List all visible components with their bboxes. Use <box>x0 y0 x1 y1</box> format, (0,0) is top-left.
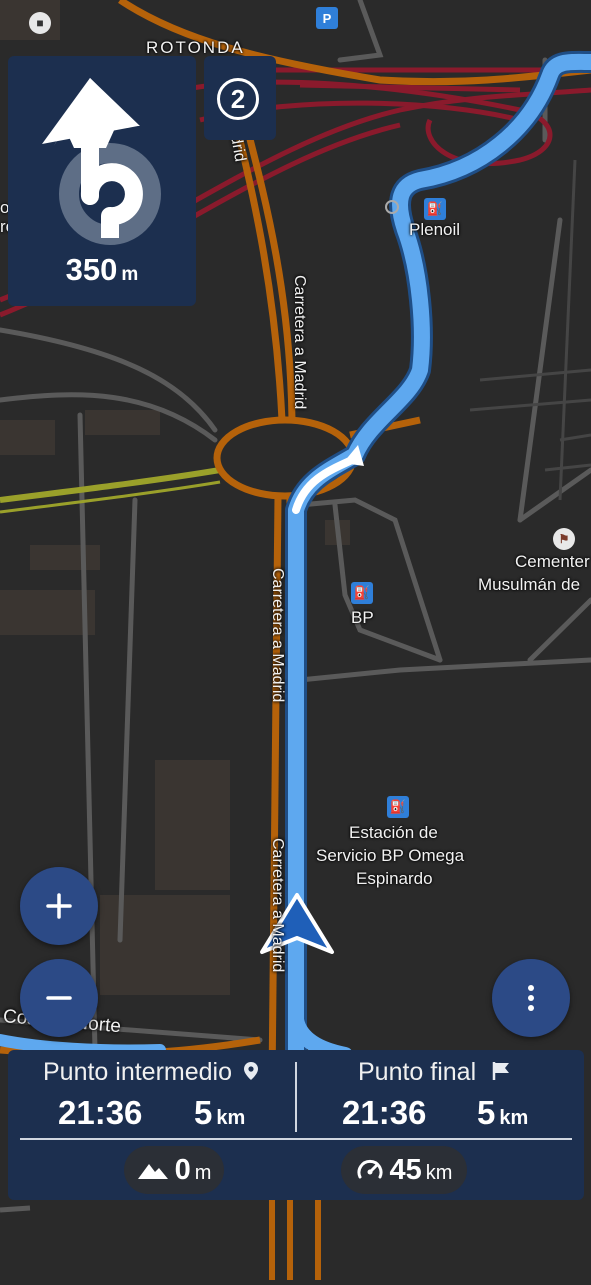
roundabout-exit-icon <box>42 78 161 245</box>
speed-value: 45 <box>389 1153 422 1186</box>
speed-indicator[interactable]: 45 km <box>341 1146 467 1194</box>
panel-divider <box>20 1138 572 1140</box>
flag-icon <box>492 1062 510 1080</box>
mountain-icon <box>137 1164 168 1179</box>
more-vertical-icon <box>528 985 534 1011</box>
intermediate-point-label: Punto intermedio <box>43 1058 233 1086</box>
map-label-plenoil[interactable]: Plenoil <box>409 218 460 241</box>
location-pin-icon <box>243 1062 258 1080</box>
elevation-value: 0 <box>174 1153 191 1186</box>
exit-number: 2 <box>217 78 259 120</box>
map-label-cemetery-2[interactable]: Musulmán de <box>478 573 580 596</box>
road-label: Carretera a Madrid <box>269 838 286 973</box>
route-summary-panel[interactable]: Punto intermedio 21:36 5 km Punto final 2… <box>8 1050 584 1200</box>
final-distance-unit: km <box>499 1107 529 1129</box>
school-icon[interactable]: ■ <box>29 12 51 34</box>
speed-unit: km <box>425 1161 453 1184</box>
road-label: Carretera a Madrid <box>291 275 308 410</box>
maneuver-distance: 350 m <box>8 252 196 288</box>
panel-divider <box>295 1062 297 1132</box>
map-label-station-3[interactable]: Espinardo <box>356 867 433 890</box>
map-continuation <box>0 1200 591 1280</box>
map-label-station-2[interactable]: Servicio BP Omega <box>316 844 464 867</box>
fuel-station-icon[interactable]: ⛽ <box>387 796 409 818</box>
final-eta: 21:36 <box>342 1094 427 1131</box>
bottom-map-strip <box>0 1200 591 1280</box>
final-distance-value: 5 <box>477 1094 496 1131</box>
fuel-station-icon[interactable]: ⛽ <box>424 198 446 220</box>
next-maneuver-card[interactable]: 350 m <box>8 56 196 306</box>
fuel-station-icon[interactable]: ⛽ <box>351 582 373 604</box>
intermediate-eta: 21:36 <box>58 1094 143 1131</box>
final-point-header[interactable]: Punto final <box>358 1058 511 1087</box>
plus-icon <box>46 893 72 919</box>
cemetery-icon[interactable]: ⚑ <box>553 528 575 550</box>
map-label-station-1[interactable]: Estación de <box>349 821 438 844</box>
elevation-indicator[interactable]: 0m <box>124 1146 224 1194</box>
elevation-unit: m <box>194 1161 212 1184</box>
intermediate-distance: 5 km <box>194 1094 245 1132</box>
intermediate-distance-value: 5 <box>194 1094 213 1131</box>
minus-icon <box>46 996 72 1000</box>
final-point-label: Punto final <box>358 1058 477 1086</box>
speedometer-icon <box>357 1159 383 1179</box>
zoom-out-button[interactable] <box>20 959 98 1037</box>
roundabout-exit-badge[interactable]: 2 <box>204 56 276 140</box>
maneuver-distance-unit: m <box>121 264 139 285</box>
intermediate-distance-unit: km <box>216 1107 246 1129</box>
intermediate-point-header[interactable]: Punto intermedio <box>43 1058 259 1087</box>
maneuver-distance-value: 350 <box>65 252 118 287</box>
more-options-button[interactable] <box>492 959 570 1037</box>
final-distance: 5 km <box>477 1094 528 1132</box>
map-label-bp[interactable]: BP <box>351 606 374 629</box>
parking-icon[interactable]: P <box>316 7 338 29</box>
road-label: Carretera a Madrid <box>269 568 286 703</box>
map-label-cemetery-1[interactable]: Cementer <box>515 550 590 573</box>
zoom-in-button[interactable] <box>20 867 98 945</box>
